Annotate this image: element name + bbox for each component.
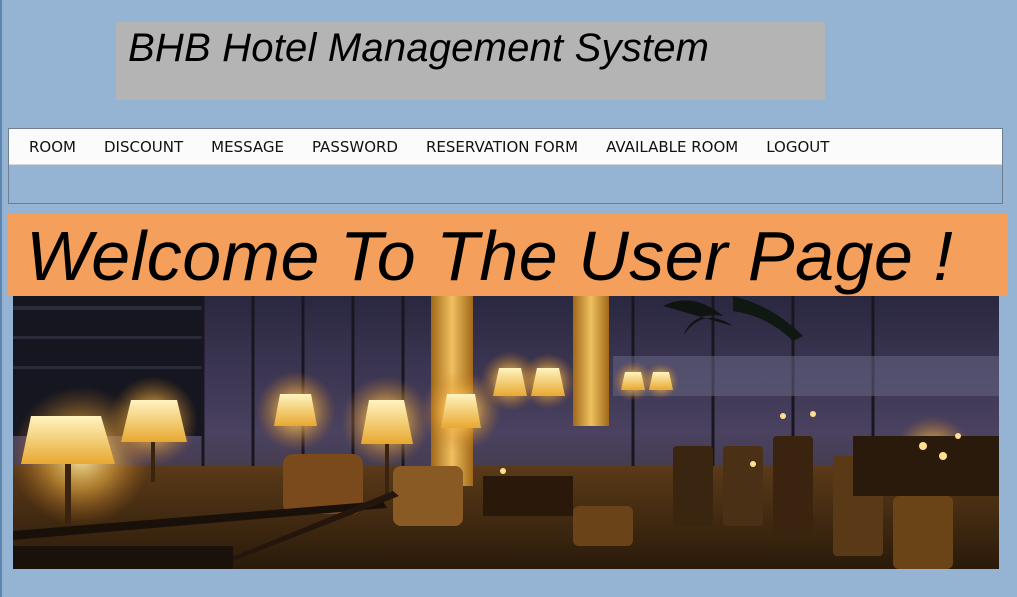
menu-item-password[interactable]: PASSWORD <box>298 132 412 162</box>
menu-item-logout[interactable]: LOGOUT <box>752 132 843 162</box>
menu-item-available-room[interactable]: AVAILABLE ROOM <box>592 132 752 162</box>
menu-item-room[interactable]: ROOM <box>16 132 90 162</box>
welcome-banner: Welcome To The User Page ! <box>8 214 1008 296</box>
user-page-window: BHB Hotel Management System ROOM DISCOUN… <box>0 0 1017 597</box>
menu-bar: ROOM DISCOUNT MESSAGE PASSWORD RESERVATI… <box>9 129 1002 165</box>
welcome-heading: Welcome To The User Page ! <box>26 217 954 295</box>
menu-item-message[interactable]: MESSAGE <box>197 132 298 162</box>
title-panel: BHB Hotel Management System <box>116 22 825 100</box>
app-title: BHB Hotel Management System <box>128 26 710 70</box>
menu-container: ROOM DISCOUNT MESSAGE PASSWORD RESERVATI… <box>8 128 1003 204</box>
hotel-lounge-photo <box>13 296 999 569</box>
menu-item-reservation-form[interactable]: RESERVATION FORM <box>412 132 592 162</box>
menu-item-discount[interactable]: DISCOUNT <box>90 132 197 162</box>
